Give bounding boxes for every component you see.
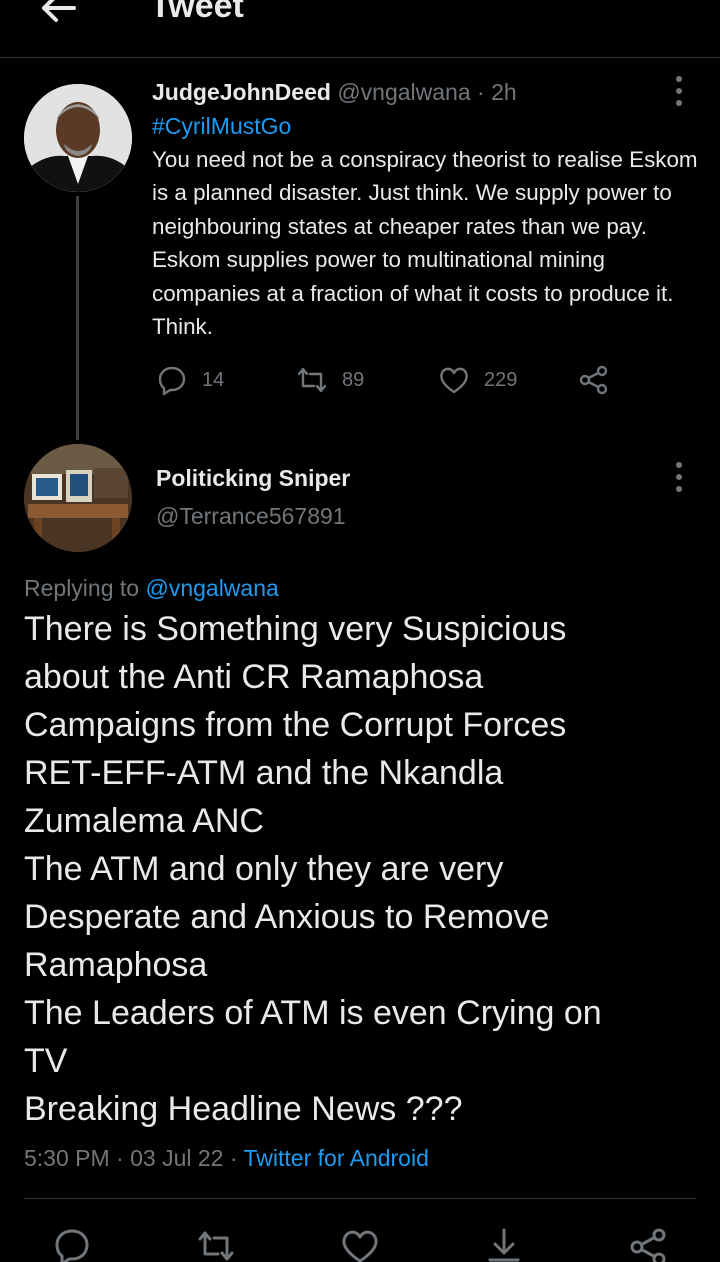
tweet-text-line: Zumalema ANC: [24, 802, 264, 840]
avatar-politicking-sniper[interactable]: [24, 444, 132, 552]
replying-to-handle-link[interactable]: @vngalwana: [145, 575, 278, 601]
reply-count: 14: [202, 368, 225, 391]
parent-hashtag-link[interactable]: #CyrilMustGo: [152, 110, 291, 142]
parent-reply-button[interactable]: 14: [156, 362, 224, 398]
replying-to-prefix: Replying to: [24, 575, 140, 601]
tweet-timestamp-line: 5:30 PM · 03 Jul 22 · Twitter for Androi…: [24, 1142, 429, 1174]
parent-display-name[interactable]: JudgeJohnDeed: [152, 79, 331, 105]
parent-more-options-icon[interactable]: [664, 74, 694, 108]
share-icon: [579, 365, 608, 395]
parent-retweet-button[interactable]: 89: [296, 362, 364, 398]
meta-separator: ·: [229, 1145, 238, 1171]
parent-handle[interactable]: @vngalwana: [337, 79, 470, 105]
parent-separator: ·: [477, 79, 485, 105]
tweet-date: 03 Jul 22: [130, 1145, 224, 1171]
reply-icon[interactable]: [52, 1226, 92, 1262]
divider: [24, 1198, 696, 1199]
main-handle[interactable]: @Terrance567891: [156, 500, 346, 532]
tweet-source-link[interactable]: Twitter for Android: [244, 1145, 429, 1171]
main-more-options-icon[interactable]: [664, 460, 694, 494]
parent-like-button[interactable]: 229: [438, 362, 517, 398]
parent-share-button[interactable]: [578, 362, 610, 398]
avatar-judgejohndeed[interactable]: [24, 84, 132, 192]
page-title: Tweet: [150, 0, 244, 25]
tweet-text-line: Desperate and Anxious to Remove: [24, 898, 550, 936]
retweet-count: 89: [342, 368, 365, 391]
tweet-text-line: about the Anti CR Ramaphosa: [24, 658, 484, 696]
tweet-text-line: The ATM and only they are very: [24, 850, 504, 888]
share-icon[interactable]: [628, 1226, 668, 1262]
parent-tweet-text: You need not be a conspiracy theorist to…: [152, 147, 698, 340]
retweet-icon[interactable]: [196, 1226, 236, 1262]
tweet-text-line: There is Something very Suspicious: [24, 610, 567, 648]
thread-connector-line: [76, 196, 79, 440]
tweet-text-line: TV: [24, 1042, 68, 1080]
meta-separator: ·: [116, 1145, 124, 1171]
like-count: 229: [484, 368, 518, 391]
reply-icon: [158, 366, 186, 396]
heart-icon: [440, 367, 468, 394]
replying-to-line: Replying to @vngalwana: [24, 572, 279, 604]
tweet-text-line: Breaking Headline News ???: [24, 1090, 463, 1128]
tweet-text-line: Campaigns from the Corrupt Forces: [24, 706, 567, 744]
download-icon[interactable]: [484, 1226, 524, 1262]
tweet-time: 5:30 PM: [24, 1145, 110, 1171]
main-display-name[interactable]: Politicking Sniper: [156, 462, 350, 494]
top-bar: Tweet: [0, 0, 720, 58]
parent-tweet-header: JudgeJohnDeed @vngalwana · 2h: [152, 76, 517, 108]
heart-icon[interactable]: [340, 1226, 380, 1262]
back-arrow-icon[interactable]: [36, 0, 80, 30]
tweet-text-line: Ramaphosa: [24, 946, 208, 984]
tweet-text-line: RET-EFF-ATM and the Nkandla: [24, 754, 504, 792]
tweet-text-line: The Leaders of ATM is even Crying on: [24, 994, 602, 1032]
main-tweet-text: There is Something very Suspicious about…: [24, 605, 704, 1133]
retweet-icon: [297, 367, 327, 393]
parent-time[interactable]: 2h: [491, 79, 517, 105]
